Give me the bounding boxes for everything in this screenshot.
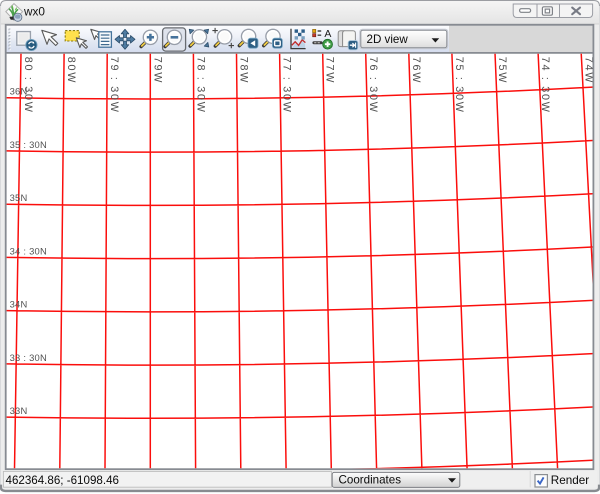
svg-text:78 : 30W: 78 : 30W (194, 57, 206, 114)
svg-text:76W: 76W (410, 57, 422, 84)
svg-text:74 : 30W: 74 : 30W (539, 57, 551, 114)
svg-text:wx0: wx0 (23, 4, 45, 18)
svg-text:A: A (324, 28, 331, 40)
svg-text:74W: 74W (582, 57, 594, 84)
svg-text:33 : 30N: 33 : 30N (10, 352, 47, 363)
svg-text:Coordinates: Coordinates (339, 473, 402, 486)
svg-text:462364.86; -61098.46: 462364.86; -61098.46 (6, 474, 119, 487)
svg-text:79W: 79W (151, 57, 163, 84)
svg-text:75W: 75W (496, 57, 508, 84)
svg-text:79 : 30W: 79 : 30W (108, 57, 120, 114)
svg-text:78W: 78W (238, 57, 250, 84)
svg-text:33N: 33N (10, 405, 28, 416)
svg-text:77W: 77W (324, 57, 336, 84)
svg-text:80W: 80W (65, 57, 77, 84)
svg-text:35 : 30N: 35 : 30N (10, 139, 47, 150)
svg-text:34 : 30N: 34 : 30N (10, 245, 47, 256)
svg-text:35N: 35N (10, 192, 28, 203)
svg-text:76 : 30W: 76 : 30W (367, 57, 379, 114)
svg-text:Render: Render (551, 474, 589, 487)
svg-text:75 : 30W: 75 : 30W (453, 57, 465, 114)
svg-text:36N: 36N (10, 86, 28, 97)
svg-text:2D view: 2D view (367, 33, 409, 46)
svg-text:34N: 34N (10, 299, 28, 310)
svg-text:77 : 30W: 77 : 30W (281, 57, 293, 114)
